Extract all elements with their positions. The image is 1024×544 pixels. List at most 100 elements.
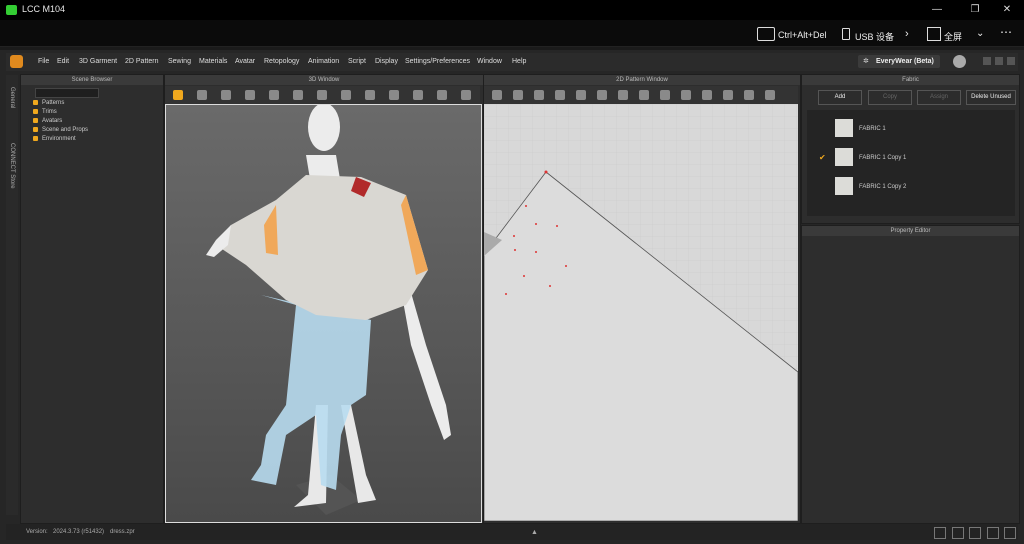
restore-icon[interactable]: ❐ (958, 0, 992, 20)
tree-item-trims[interactable]: Trims (33, 109, 57, 115)
fabric-name: FABRIC 1 Copy 2 (859, 184, 907, 190)
viewport-3d[interactable] (165, 104, 482, 523)
tree-label: Trims (42, 109, 57, 116)
folder-icon (33, 136, 38, 141)
tool-icon[interactable] (365, 90, 375, 100)
tool-icon[interactable] (293, 90, 303, 100)
tree-item-environment[interactable]: Environment (33, 136, 76, 142)
fabric-item-1[interactable]: FABRIC 1 (807, 116, 1015, 142)
copy-fabric-button[interactable]: Copy (868, 90, 912, 105)
menu-item[interactable]: 3D Garment (79, 58, 117, 65)
tree-item-patterns[interactable]: Patterns (33, 100, 64, 106)
window-minimize-icon[interactable] (983, 57, 991, 65)
chevron-right-icon[interactable]: › (905, 28, 909, 40)
menu-item[interactable]: Avatar (235, 58, 255, 65)
tool-icon[interactable] (492, 90, 502, 100)
tool-icon[interactable] (389, 90, 399, 100)
menu-item[interactable]: 2D Pattern (125, 58, 158, 65)
everywear-button[interactable]: ✲ EveryWear (Beta) (858, 55, 940, 68)
menu-item[interactable]: Window (477, 58, 502, 65)
layout-single-icon[interactable] (934, 527, 946, 539)
more-icon[interactable]: ⋯ (1000, 25, 1012, 39)
avatar-render (206, 105, 451, 515)
tool-icon[interactable] (660, 90, 670, 100)
menu-item[interactable]: Retopology (264, 58, 299, 65)
tree-item-scene-props[interactable]: Scene and Props (33, 127, 88, 133)
tool-icon[interactable] (221, 90, 231, 100)
chevron-down-icon[interactable]: ⌄ (976, 28, 984, 39)
layout-split-icon[interactable] (952, 527, 964, 539)
menu-item[interactable]: Display (375, 58, 398, 65)
tool-icon[interactable] (597, 90, 607, 100)
tool-icon[interactable] (461, 90, 471, 100)
tool-icon[interactable] (534, 90, 544, 100)
tool-icon[interactable] (618, 90, 628, 100)
fullscreen-icon[interactable] (927, 27, 941, 41)
tool-icon[interactable] (555, 90, 565, 100)
tool-icon[interactable] (723, 90, 733, 100)
scene-search-input[interactable] (35, 88, 99, 98)
delete-unused-button[interactable]: Delete Unused (966, 90, 1016, 105)
fabric-swatch (835, 148, 853, 166)
tab-general[interactable]: General (9, 87, 15, 108)
tool-icon[interactable] (197, 90, 207, 100)
tool-icon[interactable] (341, 90, 351, 100)
everywear-label: EveryWear (Beta) (876, 58, 934, 65)
property-editor-title: Property Editor (802, 226, 1019, 236)
layout-3d-icon[interactable] (969, 527, 981, 539)
menu-item[interactable]: File (38, 58, 49, 65)
tool-icon[interactable] (639, 90, 649, 100)
window-close-icon[interactable] (1007, 57, 1015, 65)
fabric-item-2[interactable]: ✔ FABRIC 1 Copy 1 (807, 145, 1015, 171)
menu-item[interactable]: Sewing (168, 58, 191, 65)
scene-browser-title: Scene Browser (21, 75, 163, 85)
tool-icon[interactable] (744, 90, 754, 100)
fabric-title: Fabric (802, 75, 1019, 85)
toolbar-2d (484, 86, 798, 104)
tree-label: Patterns (42, 100, 65, 107)
avatar[interactable] (953, 55, 966, 68)
property-editor-panel: Property Editor (801, 225, 1020, 524)
tool-icon[interactable] (437, 90, 447, 100)
version-value: 2024.3.73 (r51432) (53, 529, 105, 535)
keyboard-icon[interactable] (757, 27, 775, 41)
layout-grid-icon[interactable] (987, 527, 999, 539)
tool-icon[interactable] (245, 90, 255, 100)
tool-icon[interactable] (702, 90, 712, 100)
version-label: Version: (26, 529, 48, 535)
tool-icon[interactable] (413, 90, 423, 100)
fullscreen-button[interactable]: 全屏 (944, 30, 962, 43)
remote-titlebar: LCC M104 — ❐ ✕ (0, 0, 1024, 20)
remote-app-icon (6, 5, 17, 15)
menu-item[interactable]: Animation (308, 58, 339, 65)
tab-connect-store[interactable]: CONNECT Store (9, 143, 15, 189)
menu-item[interactable]: Materials (199, 58, 227, 65)
tool-icon[interactable] (765, 90, 775, 100)
add-fabric-button[interactable]: Add (818, 90, 862, 105)
fabric-item-3[interactable]: FABRIC 1 Copy 2 (807, 174, 1015, 200)
tool-icon[interactable] (681, 90, 691, 100)
menu-item[interactable]: Settings/Preferences (405, 58, 470, 65)
window-3d-title: 3D Window (165, 75, 483, 85)
tree-item-avatars[interactable]: Avatars (33, 118, 62, 124)
close-icon[interactable]: ✕ (990, 0, 1024, 20)
tool-icon[interactable] (269, 90, 279, 100)
scene-browser-panel: Scene Browser Patterns Trims Avatars Sce… (20, 74, 164, 524)
menu-item[interactable]: Help (512, 58, 526, 65)
usb-button[interactable]: USB 设备 (855, 30, 894, 43)
tool-icon[interactable] (576, 90, 586, 100)
expand-up-icon[interactable]: ▲ (531, 529, 538, 536)
toolbar-3d (165, 86, 480, 104)
viewport-2d[interactable] (484, 104, 798, 521)
menu-item[interactable]: Edit (57, 58, 69, 65)
layout-2d-icon[interactable] (1004, 527, 1016, 539)
minimize-icon[interactable]: — (920, 0, 954, 20)
menu-item[interactable]: Script (348, 58, 366, 65)
assign-fabric-button[interactable]: Assign (917, 90, 961, 105)
window-restore-icon[interactable] (995, 57, 1003, 65)
tool-icon[interactable] (317, 90, 327, 100)
tool-icon[interactable] (513, 90, 523, 100)
usb-icon (842, 28, 850, 40)
tool-icon[interactable] (173, 90, 183, 100)
ctrl-alt-del-button[interactable]: Ctrl+Alt+Del (778, 30, 827, 40)
